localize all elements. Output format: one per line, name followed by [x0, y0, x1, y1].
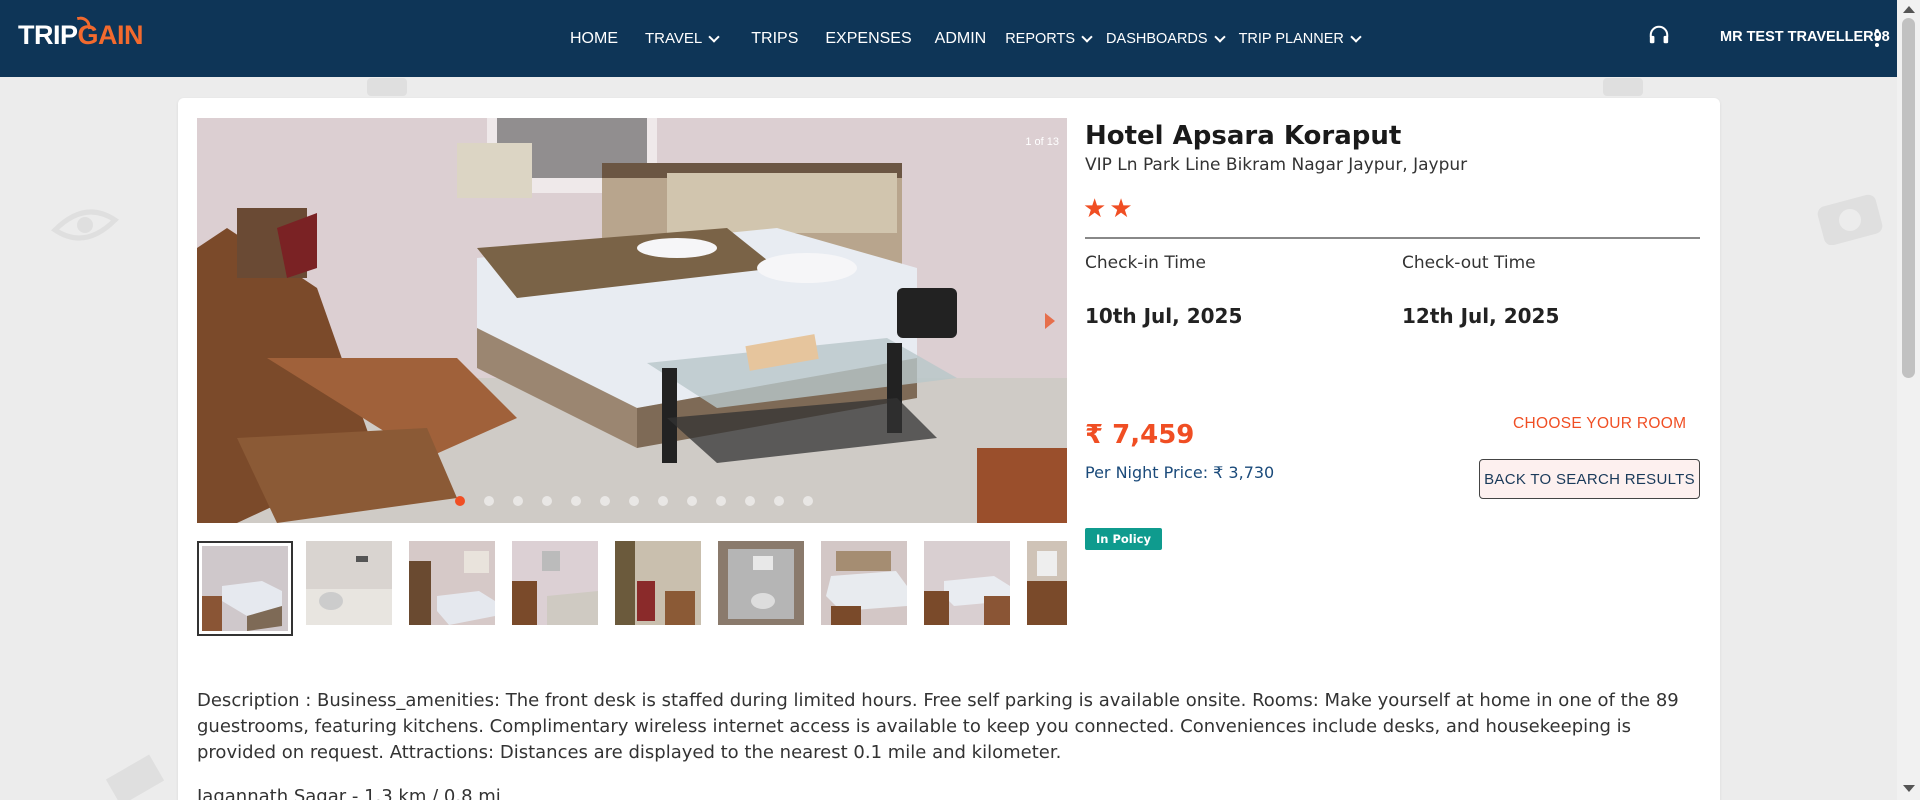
chevron-down-icon [708, 30, 720, 43]
star-icon: ★ [1083, 194, 1107, 224]
scroll-down-arrow-icon[interactable] [1903, 785, 1915, 792]
logo-mark-icon [76, 15, 92, 31]
thumbnail[interactable] [197, 541, 293, 636]
chevron-down-icon [1081, 30, 1093, 43]
gallery-dot[interactable] [542, 496, 552, 506]
thumbnail[interactable] [821, 541, 907, 636]
gallery-counter: 1 of 13 [1025, 136, 1059, 148]
gallery-dot[interactable] [716, 496, 726, 506]
nav-travel[interactable]: TRAVEL [645, 30, 720, 47]
gallery-dot[interactable] [455, 496, 465, 506]
thumbnail[interactable] [924, 541, 1010, 636]
background-camera-icon-small [367, 78, 407, 96]
chevron-down-icon [1350, 30, 1362, 43]
main-menu: HOME TRAVEL TRIPS EXPENSES ADMIN REPORTS… [570, 0, 1375, 77]
gallery-dot[interactable] [745, 496, 755, 506]
scrollbar-thumb[interactable] [1902, 18, 1915, 378]
thumbnail[interactable] [1027, 541, 1067, 636]
gallery-dot[interactable] [658, 496, 668, 506]
gallery-dot[interactable] [513, 496, 523, 506]
choose-room-link[interactable]: CHOOSE YOUR ROOM [1513, 415, 1686, 433]
hotel-room-photo [197, 118, 1067, 523]
star-icon: ★ [1109, 194, 1133, 224]
chevron-down-icon [1213, 30, 1226, 43]
background-camera-icon [1817, 194, 1883, 245]
hotel-description: Description : Business_amenities: The fr… [197, 690, 1679, 763]
hotel-address: VIP Ln Park Line Bikram Nagar Jaypur, Ja… [1085, 155, 1468, 175]
gallery-dot[interactable] [803, 496, 813, 506]
nav-trip-planner[interactable]: TRIP PLANNER [1239, 30, 1362, 47]
checkin-date: 10th Jul, 2025 [1085, 304, 1243, 328]
thumbnail[interactable] [718, 541, 804, 636]
scroll-up-arrow-icon[interactable] [1903, 6, 1915, 13]
hotel-name: Hotel Apsara Koraput [1085, 121, 1402, 151]
star-rating: ★ ★ [1083, 196, 1136, 222]
checkin-label: Check-in Time [1085, 253, 1206, 273]
gallery-dots [455, 496, 832, 506]
gallery-dot[interactable] [774, 496, 784, 506]
gallery-dot[interactable] [484, 496, 494, 506]
gallery-dot[interactable] [629, 496, 639, 506]
headset-icon[interactable] [1648, 24, 1670, 46]
background-camera-icon-right [1603, 78, 1643, 96]
nav-trips[interactable]: TRIPS [751, 30, 798, 48]
page-scrollbar[interactable] [1897, 0, 1920, 800]
tripgain-logo[interactable]: TRIPGAIN [18, 15, 144, 56]
nav-home[interactable]: HOME [570, 30, 618, 48]
divider [1085, 237, 1700, 239]
gallery-dot[interactable] [571, 496, 581, 506]
gallery-dot[interactable] [600, 496, 610, 506]
background-sun-icon [105, 754, 165, 800]
checkout-date: 12th Jul, 2025 [1402, 304, 1560, 328]
background-eye-icon [51, 209, 119, 241]
nav-dashboards[interactable]: DASHBOARDS [1106, 30, 1226, 47]
thumbnail[interactable] [512, 541, 598, 636]
total-price: ₹ 7,459 [1085, 420, 1195, 450]
back-to-search-button[interactable]: BACK TO SEARCH RESULTS [1479, 459, 1700, 499]
kebab-menu-icon[interactable] [1875, 29, 1879, 47]
in-policy-badge: In Policy [1085, 528, 1162, 550]
thumbnail-strip [197, 541, 1067, 636]
hotel-main-photo[interactable]: 1 of 13 [197, 118, 1067, 523]
user-name[interactable]: MR TEST TRAVELLER98 [1720, 29, 1890, 45]
nav-admin[interactable]: ADMIN [935, 30, 987, 48]
thumbnail[interactable] [306, 541, 392, 636]
nearby-attraction: Jagannath Sagar - 1.3 km / 0.8 mi [197, 786, 501, 800]
nav-reports[interactable]: REPORTS [1005, 30, 1093, 47]
gallery-next-arrow-icon[interactable] [1045, 313, 1055, 329]
checkout-label: Check-out Time [1402, 253, 1536, 273]
top-navbar: TRIPGAIN HOME TRAVEL TRIPS EXPENSES ADMI… [0, 0, 1897, 77]
thumbnail[interactable] [409, 541, 495, 636]
per-night-price: Per Night Price: ₹ 3,730 [1085, 463, 1275, 482]
nav-expenses[interactable]: EXPENSES [825, 30, 911, 48]
gallery-dot[interactable] [687, 496, 697, 506]
thumbnail[interactable] [615, 541, 701, 636]
